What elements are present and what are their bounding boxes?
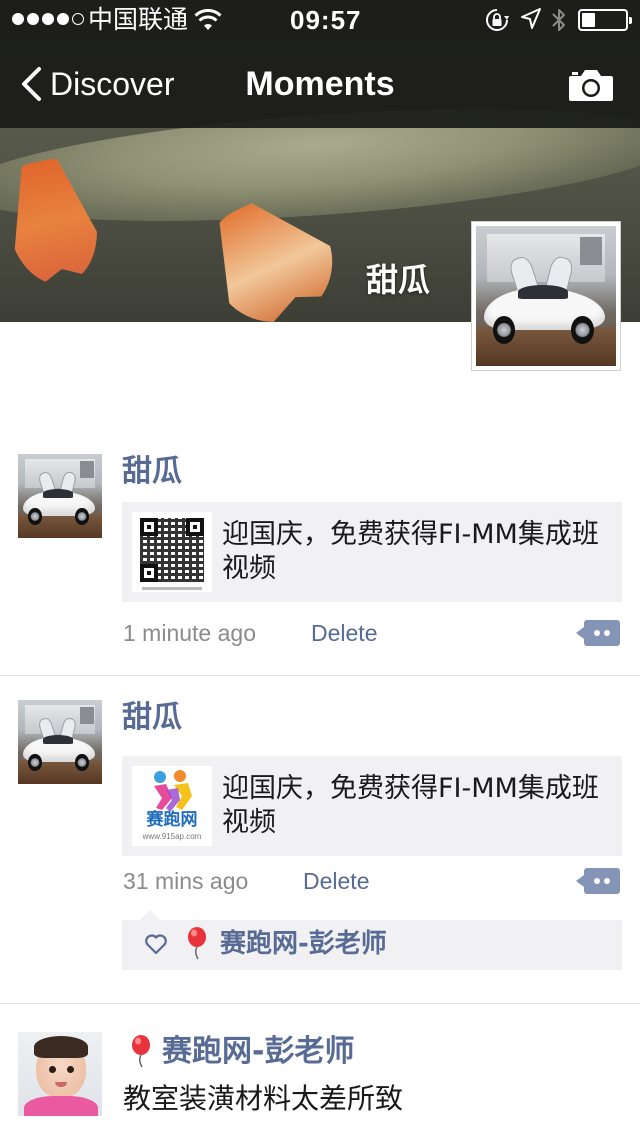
orientation-lock-icon	[486, 9, 509, 31]
red-pin-icon	[132, 1035, 150, 1068]
comment-button-tip	[576, 875, 584, 887]
comment-icon[interactable]	[584, 868, 620, 894]
heart-icon	[145, 934, 167, 955]
post-avatar[interactable]	[18, 1032, 102, 1116]
battery-level	[582, 13, 595, 27]
shared-link-title: 迎国庆，免费获得FI-MM集成班视频	[222, 773, 599, 838]
moments-feed: 甜瓜 迎国庆，免费获得FI-MM集成班视频 1 minute ago Delet…	[0, 430, 640, 1144]
signal-dot-empty	[72, 13, 84, 25]
post-text: 教室装潢材料太差所致	[123, 1082, 404, 1115]
qr-code-thumbnail	[132, 512, 212, 592]
signal-dot	[57, 13, 69, 25]
moment-post: 甜瓜 赛跑网 www.915ap.com 迎国庆，免费获得FI-MM集成班视频 …	[0, 676, 640, 1004]
qr-finder	[140, 518, 158, 536]
logo-text: 赛跑网	[146, 810, 198, 830]
signal-strength-icon	[12, 13, 84, 25]
carrier-name: 中国联通	[88, 6, 189, 34]
status-bar: 中国联通 09:57	[0, 0, 640, 40]
profile-avatar[interactable]	[471, 221, 621, 371]
qr-finder	[186, 518, 204, 536]
location-arrow-icon	[521, 8, 541, 29]
comment-icon[interactable]	[584, 620, 620, 646]
red-pin-icon	[188, 927, 206, 960]
signal-dot	[12, 13, 24, 25]
wifi-icon	[194, 9, 222, 30]
post-avatar[interactable]	[18, 454, 102, 538]
shared-link-title: 迎国庆，免费获得FI-MM集成班视频	[222, 519, 599, 584]
post-avatar[interactable]	[18, 700, 102, 784]
car-photo	[18, 700, 102, 784]
delete-button[interactable]: Delete	[311, 618, 377, 648]
qr-finder	[140, 564, 158, 582]
page-title: Moments	[245, 65, 395, 103]
post-username[interactable]: 甜瓜	[122, 698, 182, 738]
qr-caption	[142, 587, 202, 590]
camera-icon[interactable]	[568, 68, 614, 102]
likes-section: 赛跑网-彭老师	[122, 910, 622, 970]
post-timestamp: 1 minute ago	[123, 620, 256, 646]
battery-icon	[578, 9, 632, 31]
delete-button[interactable]: Delete	[303, 866, 369, 896]
baby-photo	[18, 1032, 102, 1116]
post-username[interactable]: 赛跑网-彭老师	[162, 1032, 354, 1072]
moment-post: 甜瓜 迎国庆，免费获得FI-MM集成班视频 1 minute ago Delet…	[0, 430, 640, 676]
navigation-bar: Discover Moments	[0, 40, 640, 128]
logo-url: www.915ap.com	[142, 832, 202, 841]
post-timestamp: 31 mins ago	[123, 868, 249, 894]
shared-link-card[interactable]: 赛跑网 www.915ap.com 迎国庆，免费获得FI-MM集成班视频	[122, 756, 622, 856]
shared-link-card[interactable]: 迎国庆，免费获得FI-MM集成班视频	[122, 502, 622, 602]
running-figures-icon	[154, 770, 192, 812]
signal-dot	[42, 13, 54, 25]
saipao-logo-thumbnail: 赛跑网 www.915ap.com	[132, 766, 212, 846]
moment-post: 赛跑网-彭老师 教室装潢材料太差所致	[0, 1004, 640, 1144]
liker-name[interactable]: 赛跑网-彭老师	[220, 926, 387, 962]
car-photo	[476, 226, 616, 366]
car-photo	[18, 454, 102, 538]
signal-dot	[27, 13, 39, 25]
bluetooth-icon	[552, 9, 565, 31]
comment-button-tip	[576, 627, 584, 639]
profile-name: 甜瓜	[365, 261, 430, 299]
clock: 09:57	[290, 5, 362, 35]
post-username[interactable]: 甜瓜	[122, 452, 182, 492]
